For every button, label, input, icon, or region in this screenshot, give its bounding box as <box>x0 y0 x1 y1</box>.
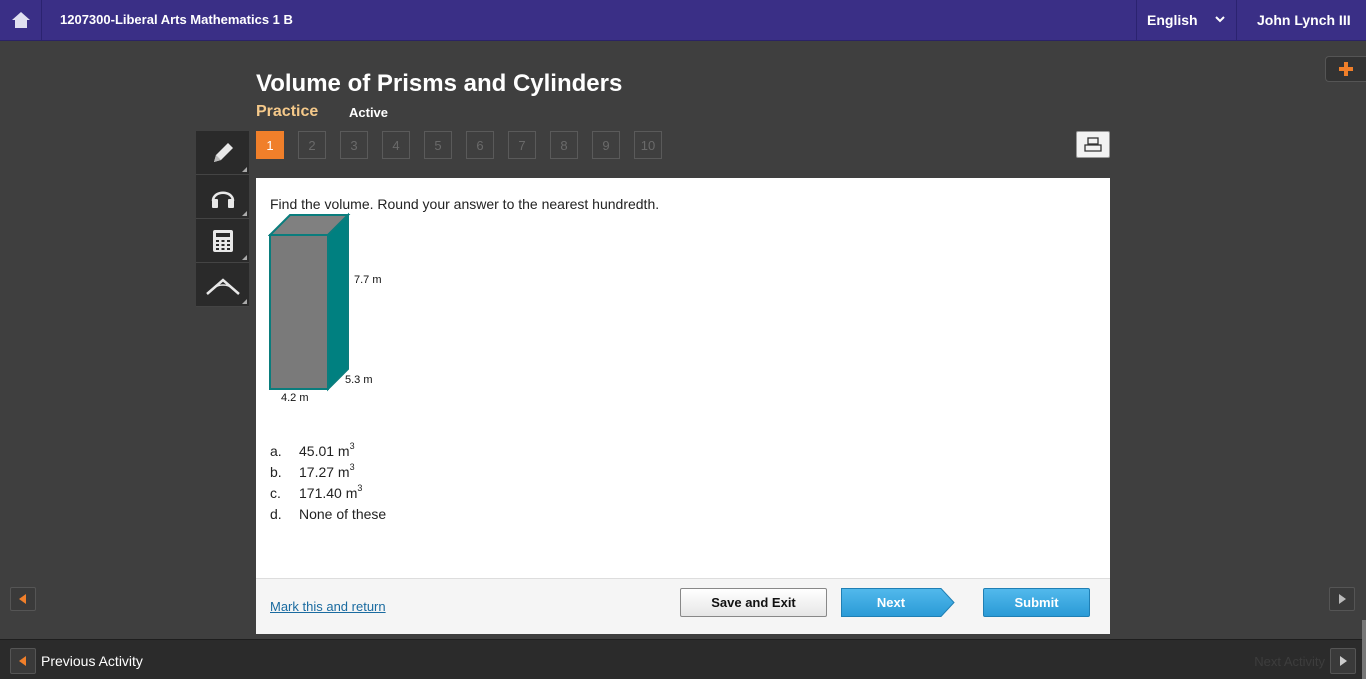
status-label: Active <box>349 105 389 120</box>
caret-right-icon <box>1340 656 1347 666</box>
home-button[interactable] <box>0 0 42 40</box>
answer-choice[interactable]: a. 45.01 m3 <box>270 441 386 464</box>
caret-right-icon <box>1339 594 1346 604</box>
angle-tool-icon <box>205 277 240 295</box>
mode-label: Practice <box>256 103 319 120</box>
activity-nav-bar: Previous Activity Next Activity <box>0 639 1366 679</box>
answer-choice[interactable]: b. 17.27 m3 <box>270 462 386 485</box>
submit-button[interactable]: Submit <box>983 588 1090 617</box>
tool-corner <box>242 211 247 216</box>
question-footer: Mark this and return Save and Exit Next … <box>256 578 1110 634</box>
next-question-arrow[interactable] <box>1329 587 1355 611</box>
choice-text: 171.40 m <box>299 485 358 501</box>
page-button-8[interactable]: 8 <box>550 131 578 159</box>
choice-text: 17.27 m <box>299 464 350 480</box>
choice-letter: c. <box>270 485 281 501</box>
home-icon <box>11 12 30 28</box>
page-button-5[interactable]: 5 <box>424 131 452 159</box>
depth-label: 5.3 m <box>345 374 373 386</box>
tool-corner <box>242 167 247 172</box>
calculator-tool-button[interactable] <box>196 219 249 263</box>
choice-text: None of these <box>299 506 387 522</box>
page-button-3[interactable]: 3 <box>340 131 368 159</box>
choice-exponent: 3 <box>349 441 355 451</box>
next-activity-button[interactable]: Next Activity <box>1254 648 1356 674</box>
scrollbar-thumb[interactable] <box>1362 620 1366 679</box>
user-name[interactable]: John Lynch III <box>1257 12 1351 28</box>
page-button-2[interactable]: 2 <box>298 131 326 159</box>
page-title: Volume of Prisms and Cylinders <box>256 70 623 97</box>
add-button[interactable] <box>1325 56 1366 82</box>
answer-choices: a. 45.01 m 3 b. 17.27 m 3 c. 171.40 m 3 d. None of… <box>270 441 386 527</box>
pencil-icon <box>213 142 233 162</box>
answer-choice[interactable]: d. None of these <box>270 506 386 527</box>
question-pagination: 1 2 3 4 5 6 7 8 9 10 <box>256 131 662 159</box>
choice-letter: a. <box>270 443 282 459</box>
course-title: 1207300-Liberal Arts Mathematics 1 B <box>60 12 293 27</box>
previous-question-arrow[interactable] <box>10 587 36 611</box>
caret-left-icon <box>19 594 26 604</box>
next-button[interactable]: Next <box>841 588 955 617</box>
calculator-icon <box>212 229 233 252</box>
next-button-label: Next <box>876 595 906 610</box>
prism-figure: 7.7 m 5.3 m 4.2 m <box>268 212 398 412</box>
language-label: English <box>1147 12 1198 28</box>
tool-corner <box>242 255 247 260</box>
top-bar: 1207300-Liberal Arts Mathematics 1 B Eng… <box>0 0 1366 41</box>
page-button-1[interactable]: 1 <box>256 131 284 159</box>
chevron-down-icon <box>1215 16 1225 23</box>
next-activity-arrow <box>1330 648 1356 674</box>
next-activity-label: Next Activity <box>1254 653 1325 669</box>
previous-activity-label: Previous Activity <box>41 653 143 669</box>
prism-side-face <box>327 212 349 392</box>
previous-activity-arrow <box>10 648 36 674</box>
page-button-4[interactable]: 4 <box>382 131 410 159</box>
save-and-exit-button[interactable]: Save and Exit <box>680 588 827 617</box>
plus-icon <box>1339 62 1353 76</box>
previous-activity-button[interactable]: Previous Activity <box>10 648 143 674</box>
pencil-tool-button[interactable] <box>196 131 249 175</box>
page-button-6[interactable]: 6 <box>466 131 494 159</box>
question-panel: Find the volume. Round your answer to th… <box>256 178 1110 634</box>
page-button-7[interactable]: 7 <box>508 131 536 159</box>
rectangular-prism-diagram <box>268 212 351 392</box>
choice-text: 45.01 m <box>299 443 350 459</box>
tool-corner <box>242 299 247 304</box>
printer-icon <box>1084 136 1102 152</box>
headphones-icon <box>211 191 234 208</box>
prism-front-face <box>269 234 329 390</box>
language-select[interactable]: English <box>1136 0 1237 40</box>
question-prompt: Find the volume. Round your answer to th… <box>270 196 660 212</box>
page-button-10[interactable]: 10 <box>634 131 662 159</box>
width-label: 4.2 m <box>281 392 309 404</box>
caret-left-icon <box>19 656 26 666</box>
choice-letter: b. <box>270 464 282 480</box>
height-label: 7.7 m <box>354 274 382 286</box>
choice-exponent: 3 <box>349 462 355 472</box>
choice-exponent: 3 <box>357 483 363 493</box>
answer-choice[interactable]: c. 171.40 m3 <box>270 483 386 506</box>
print-button[interactable] <box>1076 131 1110 158</box>
page-button-9[interactable]: 9 <box>592 131 620 159</box>
mark-and-return-link[interactable]: Mark this and return <box>270 599 386 614</box>
protractor-tool-button[interactable] <box>196 263 249 307</box>
choice-letter: d. <box>270 506 282 522</box>
audio-tool-button[interactable] <box>196 175 249 219</box>
tools-panel <box>196 131 249 307</box>
